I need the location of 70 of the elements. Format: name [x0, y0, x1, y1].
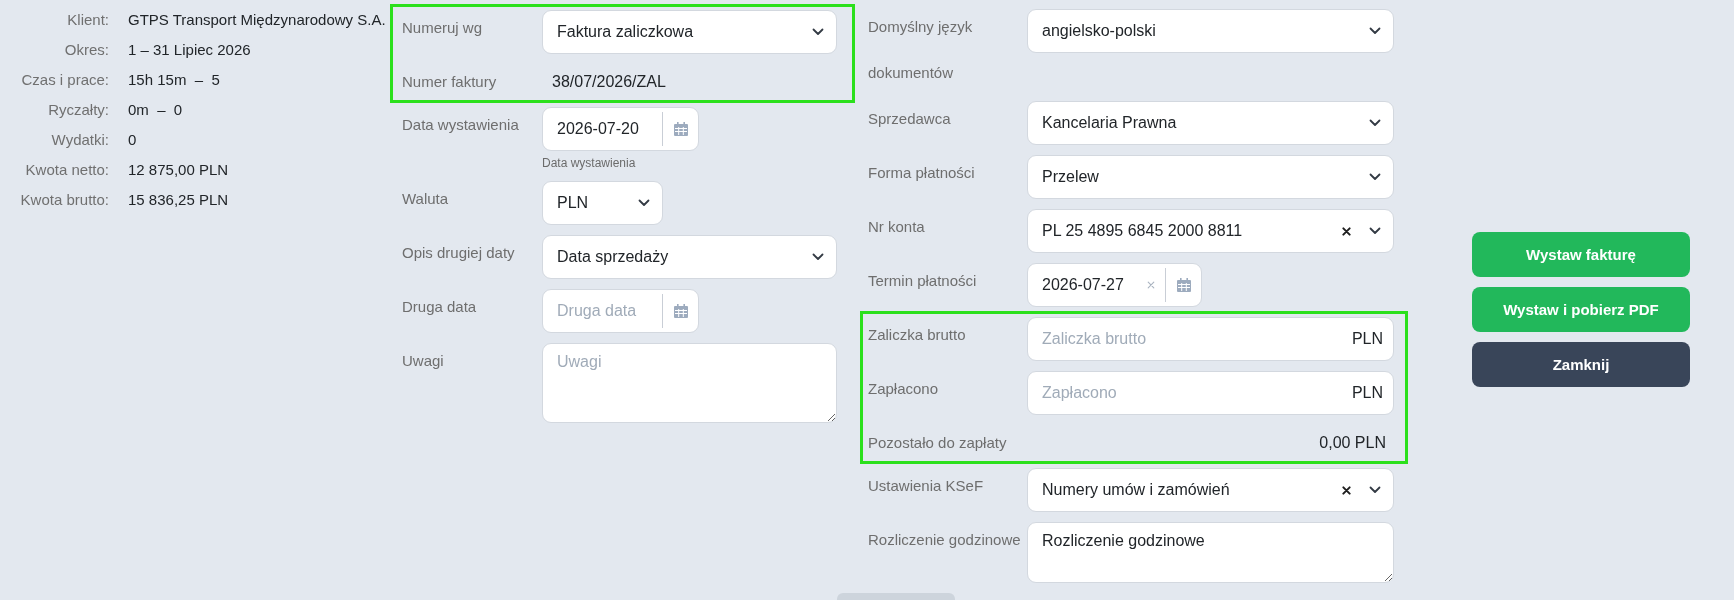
- dropdown[interactable]: Przelew: [1027, 155, 1394, 199]
- summary-label: Okres:: [63, 40, 109, 60]
- field-label: Domyślny język dokumentów: [868, 17, 974, 83]
- summary-label: Czas i prace:: [20, 70, 109, 90]
- calendar-icon[interactable]: [1176, 278, 1191, 292]
- calendar-icon[interactable]: [673, 304, 688, 318]
- amount-field[interactable]: Zaliczka brutto PLN: [1027, 317, 1394, 361]
- chevron-down-icon: [812, 28, 824, 36]
- field-label: Pozostało do zapłaty: [868, 433, 1008, 453]
- summary-label: Wydatki:: [50, 130, 109, 150]
- dropdown[interactable]: Faktura zaliczkowa: [542, 10, 837, 54]
- date-input[interactable]: 2026-07-27: [1042, 276, 1142, 294]
- date-picker[interactable]: 2026-07-20: [542, 107, 699, 151]
- clear-icon[interactable]: [1342, 485, 1351, 495]
- text-area[interactable]: Uwagi: [542, 343, 837, 423]
- summary-value: 15h 15m – 5: [128, 70, 221, 90]
- currency-unit: PLN: [1351, 384, 1383, 402]
- field-label: Uwagi: [402, 351, 445, 371]
- date-input[interactable]: Druga data: [557, 302, 657, 320]
- field-label: Opis drugiej daty: [402, 243, 516, 263]
- amount-field[interactable]: Zapłacono PLN: [1027, 371, 1394, 415]
- field-label: Nr konta: [868, 217, 926, 237]
- field-value: 38/07/2026/ZAL: [551, 72, 666, 92]
- date-picker[interactable]: Druga data: [542, 289, 699, 333]
- dropdown[interactable]: Kancelaria Prawna: [1027, 101, 1394, 145]
- summary-value: 0m – 0: [128, 100, 184, 120]
- field-label: Sprzedawca: [868, 109, 952, 129]
- summary-label: Ryczałty:: [47, 100, 109, 120]
- chevron-down-icon: [1369, 119, 1381, 127]
- clear-icon[interactable]: [1342, 226, 1351, 236]
- total-value: 0,00 PLN: [1319, 433, 1387, 453]
- chevron-down-icon: [1369, 27, 1381, 35]
- field-label: Numeruj wg: [402, 18, 484, 38]
- helper-text: Data wystawienia: [542, 155, 636, 171]
- summary-label: Kwota brutto:: [19, 190, 109, 210]
- field-label: Zaliczka brutto: [868, 325, 967, 345]
- amount-input[interactable]: Zaliczka brutto: [1042, 330, 1344, 348]
- field-label: Rozliczenie godzinowe: [868, 530, 1022, 550]
- field-label: Zapłacono: [868, 379, 940, 399]
- summary-value: 1 – 31 Lipiec 2026: [128, 40, 252, 60]
- summary-value: GTPS Transport Międzynarodowy S.A.: [128, 10, 387, 30]
- date-input[interactable]: 2026-07-20: [557, 120, 657, 138]
- summary-label: Kwota netto:: [24, 160, 109, 180]
- dropdown[interactable]: angielsko-polski: [1027, 9, 1394, 53]
- calendar-icon[interactable]: [673, 122, 688, 136]
- field-label: Data wystawienia: [402, 115, 520, 135]
- chevron-down-icon: [812, 253, 824, 261]
- dropdown[interactable]: Data sprzedaży: [542, 235, 837, 279]
- chevron-down-icon: [1369, 486, 1381, 494]
- summary-label: Klient:: [66, 10, 109, 30]
- summary-value: 0: [128, 130, 138, 150]
- chevron-down-icon: [1369, 173, 1381, 181]
- field-label: Forma płatności: [868, 163, 976, 183]
- field-label: Numer faktury: [402, 72, 498, 92]
- chevron-down-icon: [638, 199, 650, 207]
- summary-value: 15 836,25 PLN: [128, 190, 230, 210]
- amount-input[interactable]: Zapłacono: [1042, 384, 1344, 402]
- dropdown[interactable]: PLN: [542, 181, 663, 225]
- field-label: Termin płatności: [868, 271, 978, 291]
- summary-value: 12 875,00 PLN: [128, 160, 230, 180]
- dropdown[interactable]: PL 25 4895 6845 2000 8811: [1027, 209, 1394, 253]
- chevron-down-icon: [1369, 227, 1381, 235]
- field-label: Druga data: [402, 297, 478, 317]
- text-area[interactable]: Rozliczenie godzinowe: [1027, 522, 1394, 583]
- field-label: Waluta: [402, 189, 450, 209]
- dropdown[interactable]: Numery umów i zamówień: [1027, 468, 1394, 512]
- action-button[interactable]: Zamknij: [1472, 342, 1690, 387]
- date-picker[interactable]: 2026-07-27: [1027, 263, 1202, 307]
- field-label: Ustawienia KSeF: [868, 476, 985, 496]
- currency-unit: PLN: [1351, 330, 1383, 348]
